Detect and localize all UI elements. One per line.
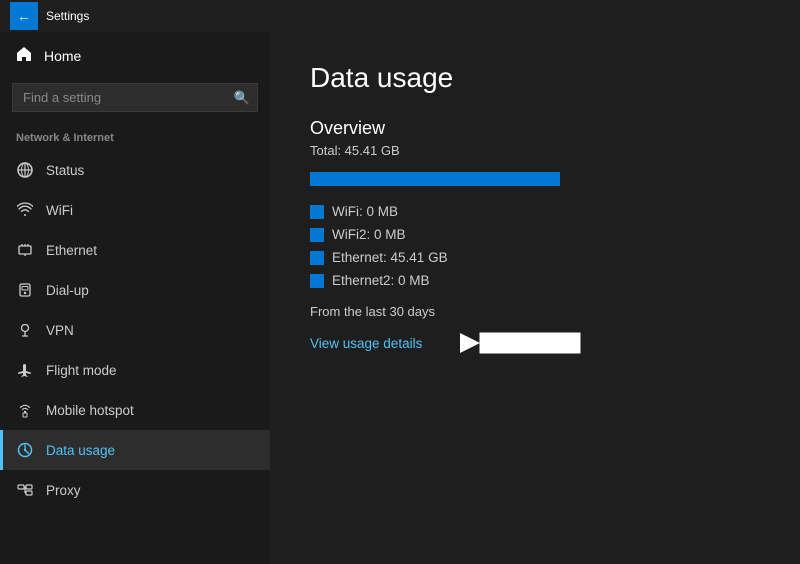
home-icon — [16, 46, 32, 65]
proxy-icon — [16, 481, 34, 499]
dialup-icon — [16, 281, 34, 299]
sidebar-item-dialup[interactable]: Dial-up — [0, 270, 270, 310]
search-icon: 🔍 — [234, 90, 250, 106]
flightmode-icon — [16, 361, 34, 379]
overview-section: Overview Total: 45.41 GB WiFi: 0 MB WiFi… — [310, 118, 760, 288]
arrow-annotation — [452, 325, 582, 361]
sidebar-item-mobilehotspot[interactable]: Mobile hotspot — [0, 390, 270, 430]
usage-bar-fill — [310, 172, 560, 186]
datausage-icon — [16, 441, 34, 459]
vpn-icon — [16, 321, 34, 339]
home-label: Home — [44, 48, 81, 64]
back-button[interactable]: ← — [10, 2, 38, 30]
sidebar-item-datausage[interactable]: Data usage — [0, 430, 270, 470]
sidebar-item-proxy[interactable]: Proxy — [0, 470, 270, 510]
view-usage-row: View usage details — [310, 325, 760, 361]
sidebar-item-status[interactable]: Status — [0, 150, 270, 190]
vpn-label: VPN — [46, 323, 74, 338]
ethernet-color-box — [310, 251, 324, 265]
overview-title: Overview — [310, 118, 760, 139]
usage-bar-container — [310, 172, 560, 186]
status-label: Status — [46, 163, 84, 178]
wifi-color-box — [310, 205, 324, 219]
page-title: Data usage — [310, 62, 760, 94]
ethernet-usage-label: Ethernet: 45.41 GB — [332, 250, 448, 265]
sidebar-item-ethernet[interactable]: Ethernet — [0, 230, 270, 270]
search-input[interactable] — [12, 83, 258, 112]
view-usage-link[interactable]: View usage details — [310, 336, 422, 351]
sidebar-item-vpn[interactable]: VPN — [0, 310, 270, 350]
ethernet-icon — [16, 241, 34, 259]
usage-item-ethernet2: Ethernet2: 0 MB — [310, 273, 760, 288]
search-container: 🔍 — [12, 83, 258, 112]
window-title: Settings — [46, 9, 89, 23]
mobilehotspot-icon — [16, 401, 34, 419]
overview-total: Total: 45.41 GB — [310, 143, 760, 158]
ethernet2-usage-label: Ethernet2: 0 MB — [332, 273, 430, 288]
sidebar-item-wifi[interactable]: WiFi — [0, 190, 270, 230]
main-layout: Home 🔍 Network & Internet Status — [0, 32, 800, 564]
wifi2-color-box — [310, 228, 324, 242]
status-icon — [16, 161, 34, 179]
usage-item-ethernet: Ethernet: 45.41 GB — [310, 250, 760, 265]
sidebar-category: Network & Internet — [0, 124, 270, 150]
usage-item-wifi: WiFi: 0 MB — [310, 204, 760, 219]
sidebar: Home 🔍 Network & Internet Status — [0, 32, 270, 564]
flightmode-label: Flight mode — [46, 363, 117, 378]
from-last-days: From the last 30 days — [310, 304, 760, 319]
wifi2-usage-label: WiFi2: 0 MB — [332, 227, 406, 242]
dialup-label: Dial-up — [46, 283, 89, 298]
ethernet2-color-box — [310, 274, 324, 288]
mobilehotspot-label: Mobile hotspot — [46, 403, 134, 418]
usage-item-wifi2: WiFi2: 0 MB — [310, 227, 760, 242]
wifi-usage-label: WiFi: 0 MB — [332, 204, 398, 219]
sidebar-item-home[interactable]: Home — [0, 32, 270, 79]
wifi-label: WiFi — [46, 203, 73, 218]
wifi-icon — [16, 201, 34, 219]
proxy-label: Proxy — [46, 483, 81, 498]
ethernet-label: Ethernet — [46, 243, 97, 258]
title-bar: ← Settings — [0, 0, 800, 32]
datausage-label: Data usage — [46, 443, 115, 458]
arrow-svg — [452, 325, 582, 361]
sidebar-item-flightmode[interactable]: Flight mode — [0, 350, 270, 390]
content-area: Data usage Overview Total: 45.41 GB WiFi… — [270, 32, 800, 564]
